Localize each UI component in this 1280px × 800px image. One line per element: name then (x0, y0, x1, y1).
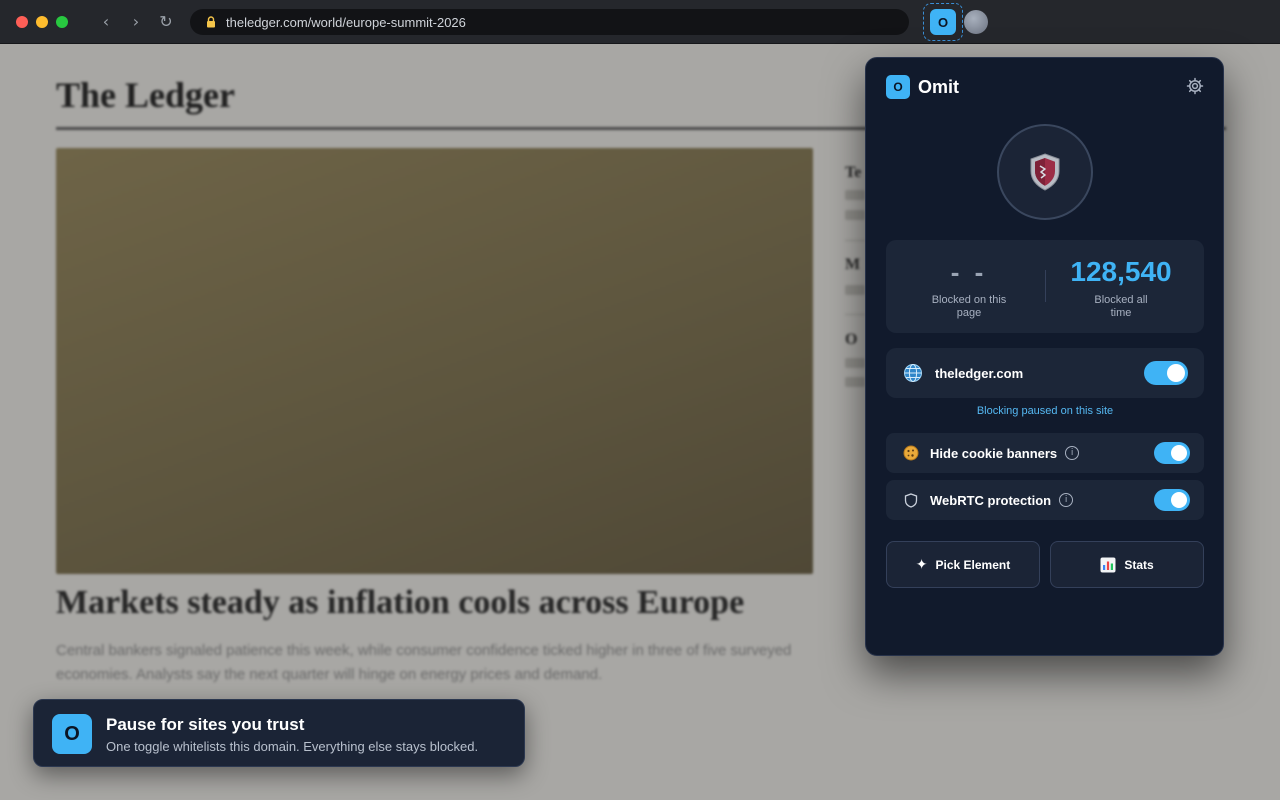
toast-title: Pause for sites you trust (106, 715, 305, 734)
page-block-count: - - (950, 257, 988, 287)
site-status-note: Blocking paused on this site (976, 405, 1114, 417)
webrtc-toggle[interactable] (1154, 489, 1190, 511)
site-toggle-row: theledger.com (886, 348, 1204, 398)
page-block-stat: - - Blocked on this page (894, 256, 1044, 320)
globe-icon (904, 364, 922, 382)
page-block-label: Blocked on this page (931, 294, 1007, 319)
option-webrtc: WebRTC protection i (886, 480, 1204, 520)
sparkle-icon: ✦ (915, 556, 928, 573)
stats-label: Stats (1124, 557, 1154, 572)
stats-button[interactable]: Stats (1050, 541, 1204, 588)
total-block-label: Blocked all time (1094, 294, 1148, 319)
site-masthead[interactable]: The Ledger (56, 74, 235, 116)
article-headline[interactable]: Markets steady as inflation cools across… (56, 584, 836, 622)
site-domain: theledger.com (935, 365, 1024, 381)
option-webrtc-label: WebRTC protection (930, 492, 1052, 508)
sidebar-story-3-text (845, 358, 865, 368)
address-bar[interactable]: theledger.com/world/europe-summit-2026 (190, 9, 909, 35)
info-icon[interactable]: i (1065, 446, 1080, 460)
bar-chart-icon (1100, 557, 1116, 572)
cookie-banners-toggle[interactable] (1154, 442, 1190, 464)
hero-image (56, 148, 813, 574)
sidebar-divider (845, 240, 865, 241)
pick-element-button[interactable]: ✦ Pick Element (886, 541, 1040, 588)
total-block-count: 128,540 (1070, 256, 1172, 287)
sidebar-story-1-text (845, 210, 865, 220)
pick-element-label: Pick Element (935, 557, 1011, 572)
omit-popup: O Omit - - Blocked on this page 128,540 … (865, 57, 1224, 656)
minimize-window-button[interactable] (36, 16, 48, 28)
reload-button[interactable]: ↻ (155, 10, 177, 34)
url-text: theledger.com/world/europe-summit-2026 (226, 14, 466, 30)
info-icon[interactable]: i (1059, 493, 1074, 507)
block-stats-card: - - Blocked on this page 128,540 Blocked… (886, 240, 1204, 333)
lock-icon (207, 16, 215, 28)
back-button[interactable]: ‹ (95, 10, 117, 34)
sidebar-story-1-text (845, 190, 865, 200)
omit-extension-icon: O (930, 9, 956, 35)
shield-icon (1030, 153, 1060, 191)
sidebar-story-2-text (845, 285, 865, 295)
article-summary: Central bankers signaled patience this w… (56, 642, 792, 683)
popup-brand: O Omit (886, 75, 959, 99)
sidebar-story-2[interactable]: M (845, 256, 860, 274)
protection-status-indicator[interactable] (997, 124, 1093, 220)
total-block-stat: 128,540 Blocked all time (1046, 256, 1196, 320)
settings-gear-icon[interactable] (1186, 77, 1204, 95)
maximize-window-button[interactable] (56, 16, 68, 28)
sidebar-divider (845, 314, 865, 315)
omit-logo: O (52, 714, 92, 754)
option-cookie-banners: Hide cookie banners i (886, 433, 1204, 473)
site-blocking-toggle[interactable] (1144, 361, 1188, 385)
option-cookie-label: Hide cookie banners (930, 445, 1058, 461)
sidebar-story-3[interactable]: O (845, 331, 857, 349)
sidebar-story-1[interactable]: Te (845, 164, 861, 182)
app-name: Omit (918, 76, 960, 97)
toast-subtitle: One toggle whitelists this domain. Every… (106, 739, 479, 754)
shield-icon (902, 492, 919, 509)
browser-toolbar: ‹ › ↻ theledger.com/world/europe-summit-… (0, 0, 1280, 44)
profile-avatar[interactable] (964, 10, 988, 34)
cookie-icon (902, 445, 919, 462)
omit-extension-button[interactable]: O (923, 3, 963, 41)
tip-toast: O Pause for sites you trust One toggle w… (33, 699, 525, 767)
sidebar-story-3-text (845, 377, 865, 387)
forward-button[interactable]: › (125, 10, 147, 34)
omit-logo: O (886, 75, 910, 99)
close-window-button[interactable] (16, 16, 28, 28)
